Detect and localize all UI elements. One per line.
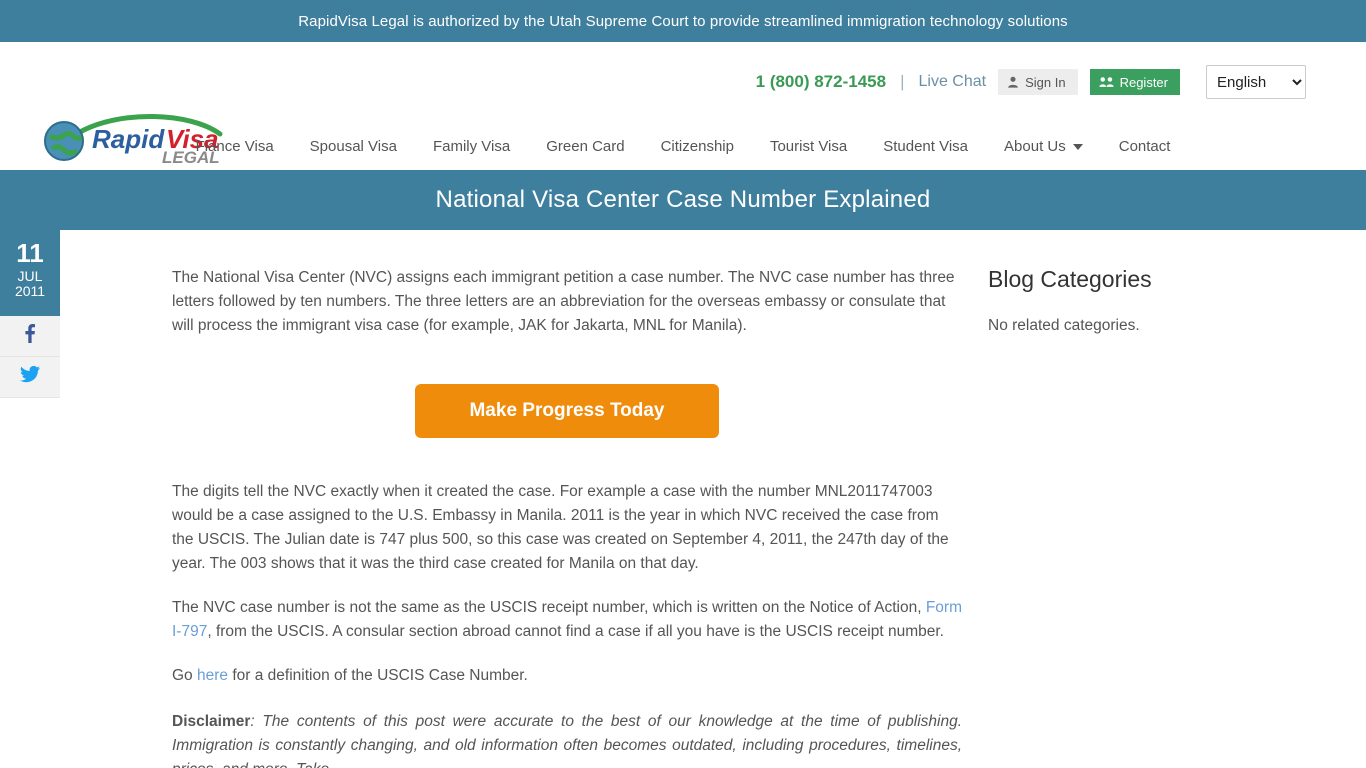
disclaimer: Disclaimer: The contents of this post we… [172,710,962,768]
site-header: Rapid Visa LEGAL 1 (800) 872-1458 | Live… [0,42,1366,170]
user-icon [1007,76,1019,88]
paragraph-3: The NVC case number is not the same as t… [172,596,962,644]
nav-label: Spousal Visa [309,138,397,155]
nav-item-about-us[interactable]: About Us [986,130,1101,163]
nav-label: Fiance Visa [195,138,274,155]
nav-label: Tourist Visa [769,138,848,155]
share-facebook-button[interactable] [0,316,60,357]
nav-item-student-visa[interactable]: Student Visa [865,130,986,163]
nav-label: Family Visa [432,138,511,155]
register-label: Register [1119,74,1168,90]
nav-label: Student Visa [883,138,969,155]
header-utility-row: 1 (800) 872-1458 | Live Chat Sign In Reg… [756,64,1306,100]
facebook-icon [25,324,36,348]
sign-in-label: Sign In [1025,74,1066,90]
left-rail: 11 JUL 2011 [0,230,60,398]
nav-item-family-visa[interactable]: Family Visa [415,130,528,163]
blog-sidebar: Blog Categories No related categories. [988,266,1288,335]
here-link[interactable]: here [197,667,228,684]
paragraph-3-text-after: , from the USCIS. A consular section abr… [207,623,944,640]
post-date-year: 2011 [14,282,46,299]
page-body: 11 JUL 2011 The National Visa Center (NV… [0,230,1366,768]
twitter-icon [20,365,40,388]
cta-container: Make Progress Today [172,384,962,438]
nav-item-contact[interactable]: Contact [1101,130,1189,163]
paragraph-4-text-after: for a definition of the USCIS Case Numbe… [228,667,528,684]
nav-label: Contact [1118,138,1171,155]
nav-item-fiance-visa[interactable]: Fiance Visa [178,130,292,163]
paragraph-3-text-before: The NVC case number is not the same as t… [172,599,926,616]
share-twitter-button[interactable] [0,357,60,398]
announcement-text: RapidVisa Legal is authorized by the Uta… [298,12,1068,30]
article-content: The National Visa Center (NVC) assigns e… [172,230,962,768]
nav-label: Citizenship [660,138,734,155]
live-chat-link[interactable]: Live Chat [919,73,987,91]
paragraph-4: Go here for a definition of the USCIS Ca… [172,664,962,688]
paragraph-1: The National Visa Center (NVC) assigns e… [172,269,955,334]
sign-in-button[interactable]: Sign In [998,69,1078,95]
disclaimer-label: Disclaimer [172,713,251,730]
phone-number[interactable]: 1 (800) 872-1458 [756,72,886,92]
paragraph-2: The digits tell the NVC exactly when it … [172,483,949,572]
main-navigation: Fiance Visa Spousal Visa Family Visa Gre… [0,130,1366,163]
make-progress-today-button[interactable]: Make Progress Today [415,384,719,438]
nav-item-green-card[interactable]: Green Card [528,130,642,163]
users-icon [1098,76,1114,88]
page-title-banner: National Visa Center Case Number Explain… [0,170,1366,230]
nav-item-spousal-visa[interactable]: Spousal Visa [292,130,415,163]
register-button[interactable]: Register [1089,69,1180,95]
paragraph-4-text-before: Go [172,667,197,684]
post-date-day: 11 [16,238,44,268]
nav-item-tourist-visa[interactable]: Tourist Visa [752,130,865,163]
disclaimer-text: : The contents of this post were accurat… [172,713,962,768]
sidebar-empty-text: No related categories. [988,317,1140,334]
page-title: National Visa Center Case Number Explain… [435,186,931,213]
post-date-month: JUL [17,268,43,285]
chevron-down-icon [1072,143,1083,150]
nav-item-citizenship[interactable]: Citizenship [643,130,752,163]
sidebar-heading: Blog Categories [988,266,1152,292]
language-select[interactable]: English [1206,65,1306,99]
post-date-badge: 11 JUL 2011 [0,230,60,316]
separator: | [900,72,905,91]
nav-label: About Us [1004,138,1066,155]
nav-label: Green Card [546,138,625,155]
announcement-bar: RapidVisa Legal is authorized by the Uta… [0,0,1366,42]
